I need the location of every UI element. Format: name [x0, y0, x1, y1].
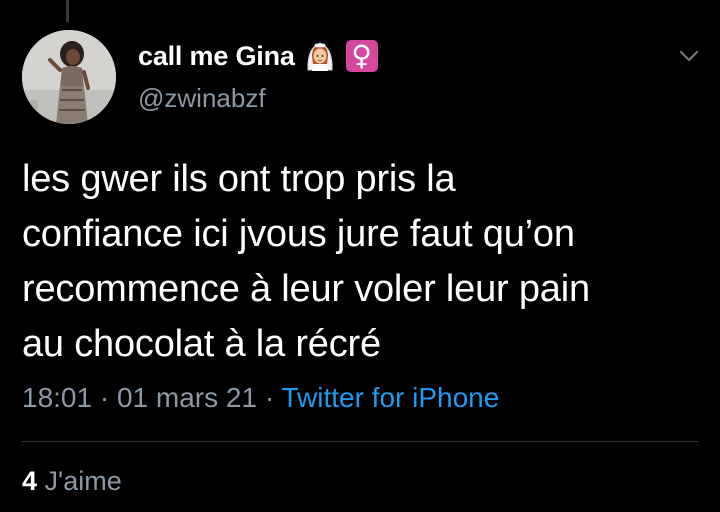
likes-stat[interactable]: 4 J'aime — [22, 466, 122, 497]
tweet-time[interactable]: 18:01 — [22, 382, 92, 413]
likes-count: 4 — [22, 466, 38, 496]
tweet-date[interactable]: 01 mars 21 — [117, 382, 257, 413]
meta-separator: · — [264, 382, 275, 413]
tweet-detail: call me Gina ♀ @zwinabzf les gwer ils on… — [0, 0, 720, 512]
avatar-photo — [22, 30, 116, 124]
thread-connector-line — [66, 0, 69, 22]
tweet-metadata: 18:01 · 01 mars 21 · Twitter for iPhone — [22, 382, 499, 414]
user-handle[interactable]: @zwinabzf — [138, 83, 266, 114]
tweet-text: les gwer ils ont trop pris la confiance … — [22, 158, 590, 365]
avatar[interactable] — [22, 30, 116, 124]
chevron-down-icon[interactable] — [676, 44, 702, 68]
likes-label: J'aime — [44, 466, 122, 496]
display-name[interactable]: call me Gina — [138, 41, 295, 72]
author-name-row[interactable]: call me Gina ♀ — [138, 38, 379, 74]
bride-with-veil-icon — [303, 39, 337, 73]
female-sign-icon: ♀ — [345, 39, 379, 73]
tweet-source-link[interactable]: Twitter for iPhone — [281, 382, 499, 413]
divider — [22, 441, 698, 442]
meta-separator: · — [99, 382, 110, 413]
